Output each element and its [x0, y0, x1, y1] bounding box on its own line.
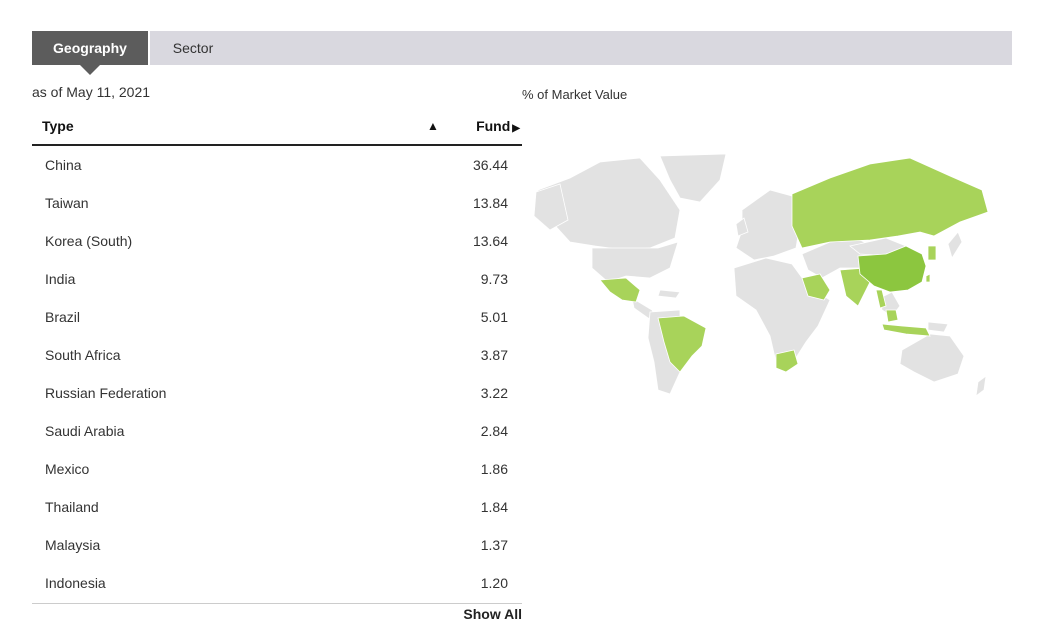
row-fund-value: 5.01 [480, 309, 508, 325]
map-australia [899, 333, 965, 383]
map-korea [927, 245, 937, 261]
row-country-name: Indonesia [45, 575, 106, 591]
row-country-name: Mexico [45, 461, 90, 477]
table-row: Korea (South) 13.64 [32, 222, 522, 260]
column-header-type[interactable]: Type [42, 118, 74, 134]
table-row: Brazil 5.01 [32, 298, 522, 336]
map-japan [947, 231, 963, 259]
map-indonesia [881, 323, 931, 337]
row-fund-value: 1.37 [480, 537, 508, 553]
play-arrow-icon: ▶ [512, 123, 520, 134]
map-usa [591, 241, 679, 283]
row-fund-value: 13.84 [472, 195, 508, 211]
map-mexico [599, 277, 641, 303]
column-header-fund[interactable]: Fund ▶ [476, 118, 520, 134]
table-row: Indonesia 1.20 [32, 564, 522, 602]
row-fund-value: 36.44 [472, 157, 508, 173]
row-country-name: China [45, 157, 82, 173]
table-row: India 9.73 [32, 260, 522, 298]
world-map [533, 153, 989, 397]
table-body: China 36.44 Taiwan 13.84 Korea (South) 13.64 I… [32, 146, 522, 602]
tab-sector[interactable]: Sector [148, 31, 236, 65]
map-south-africa [775, 349, 799, 373]
row-country-name: South Africa [45, 347, 121, 363]
map-papua [927, 321, 949, 333]
row-fund-value: 1.84 [480, 499, 508, 515]
row-country-name: Russian Federation [45, 385, 167, 401]
map-caribbean [657, 289, 681, 299]
table-row: South Africa 3.87 [32, 336, 522, 374]
row-country-name: India [45, 271, 76, 287]
table-header: Type ▲ Fund ▶ [32, 108, 522, 146]
table-row: Mexico 1.86 [32, 450, 522, 488]
row-fund-value: 9.73 [480, 271, 508, 287]
map-thailand [875, 289, 887, 309]
map-taiwan [925, 273, 931, 283]
tab-geography[interactable]: Geography [32, 31, 148, 65]
row-country-name: Korea (South) [45, 233, 133, 249]
map-malaysia [885, 309, 899, 323]
table-divider [32, 603, 522, 604]
row-country-name: Taiwan [45, 195, 89, 211]
sort-ascending-icon[interactable]: ▲ [427, 119, 439, 133]
table-row: Thailand 1.84 [32, 488, 522, 526]
active-tab-pointer [80, 65, 100, 75]
row-fund-value: 3.22 [480, 385, 508, 401]
table-row: Saudi Arabia 2.84 [32, 412, 522, 450]
fund-header-label: Fund [476, 118, 511, 134]
table-row: Taiwan 13.84 [32, 184, 522, 222]
row-fund-value: 2.84 [480, 423, 508, 439]
holdings-table: Type ▲ Fund ▶ China 36.44 Taiwan 13.84 Korea … [32, 108, 522, 602]
as-of-date: as of May 11, 2021 [32, 84, 151, 100]
row-fund-value: 13.64 [472, 233, 508, 249]
row-fund-value: 1.86 [480, 461, 508, 477]
map-title: % of Market Value [522, 87, 628, 102]
row-country-name: Malaysia [45, 537, 101, 553]
row-country-name: Brazil [45, 309, 81, 325]
table-row: Russian Federation 3.22 [32, 374, 522, 412]
map-new-zealand [975, 375, 987, 397]
row-fund-value: 1.20 [480, 575, 508, 591]
row-country-name: Saudi Arabia [45, 423, 125, 439]
row-country-name: Thailand [45, 499, 99, 515]
show-all-link[interactable]: Show All [463, 606, 522, 622]
table-row: Malaysia 1.37 [32, 526, 522, 564]
table-row: China 36.44 [32, 146, 522, 184]
row-fund-value: 3.87 [480, 347, 508, 363]
tab-bar: Geography Sector [32, 31, 1012, 75]
